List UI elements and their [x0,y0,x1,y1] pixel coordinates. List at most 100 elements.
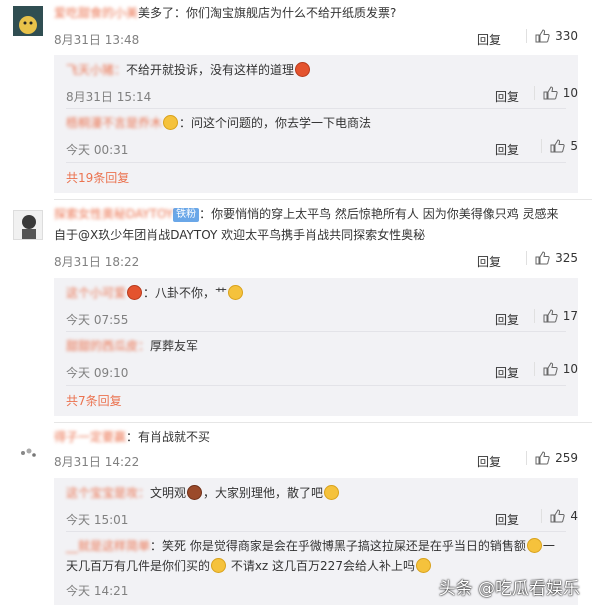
reply-item: 这个小可爱 ：八卦不你，艹 今天 07:55 回复 17 [66,283,578,329]
reply-button[interactable]: 回复 [477,31,501,48]
timestamp: 8月31日 18:22 [54,255,140,269]
reply-button[interactable]: 回复 [495,88,519,105]
reply-button[interactable]: 回复 [495,141,519,158]
reply-username[interactable]: 梧桐漫不言是乔木 [66,116,162,130]
reply-button[interactable]: 回复 [477,253,501,270]
comment-meta: 8月31日 18:22 回复 325 [54,251,578,271]
reply-text: ：八卦不你，艹 [143,286,228,300]
reply-button[interactable]: 回复 [495,311,519,328]
avatar-image [13,437,43,467]
thumb-up-icon [550,509,566,523]
comment-1: 爱吃甜食的小美美多了：你们淘宝旗舰店为什么不给开纸质发票? 8月31日 13:4… [0,0,592,193]
separator [526,451,528,465]
like-button[interactable]: 17 [533,309,578,323]
reply-item: 飞天小猪：不给开就投诉，没有这样的道理 8月31日 15:14 回复 10 [66,60,578,106]
angry-emoji-icon [295,62,311,77]
username[interactable]: 爱吃甜食的小美 [54,6,138,20]
separator [533,86,535,100]
reply-text: 不给开就投诉，没有这样的道理 [126,63,295,77]
watermark: 头条 @吃瓜看娱乐 [438,579,580,599]
like-count: 325 [555,251,578,265]
reply-button[interactable]: 回复 [477,453,501,470]
username[interactable]: 探索女性奥秘DAYTOY [54,207,173,221]
avatar-image [13,6,43,36]
reply-item: 甜甜的西瓜皮：厚葬友军 今天 09:10 回复 10 [66,336,578,382]
reply-username[interactable]: __就是这样简单 [66,539,150,553]
separator [533,362,535,376]
reply-text-line2b: 不请xz 这几百万227会给人补上吗 [227,559,415,573]
like-button[interactable]: 330 [526,29,578,43]
thumb-up-icon [535,451,550,465]
like-count: 10 [562,362,578,376]
comment-text: 探索女性奥秘DAYTOY 铁粉 ：你要悄悄的穿上太平鸟 然后惊艳所有人 因为你美得像… [54,204,584,246]
reply-username[interactable]: 这个宝宝是攻： [66,486,150,500]
reply-text: 厚葬友军 [150,339,199,353]
timestamp: 今天 14:21 [66,584,129,598]
comment-text: 爱吃甜食的小美美多了：你们淘宝旗舰店为什么不给开纸质发票? [54,3,584,24]
reply-username[interactable]: 这个小可爱 [66,286,126,300]
separator [541,509,543,523]
heart-emoji-icon [127,285,143,300]
reply-text: 文明观 [150,486,187,500]
comment-body-line2: 自于@X玖少年团肖战DAYTOY 欢迎太平鸟携手肖战共同探索女性奥秘 [54,228,426,242]
timestamp: 今天 09:10 [66,366,129,380]
avatar[interactable] [13,210,43,240]
username[interactable]: 得子一定要赢 [54,430,126,444]
divider [66,531,566,532]
timestamp: 8月31日 14:22 [54,455,140,469]
like-count: 10 [562,86,578,100]
thumb-up-icon [543,309,558,323]
like-button[interactable]: 4 [541,509,578,523]
reply-list: 飞天小猪：不给开就投诉，没有这样的道理 8月31日 15:14 回复 10 梧桐… [54,55,578,193]
like-button[interactable]: 259 [526,451,578,465]
timestamp: 今天 15:01 [66,513,129,527]
comment-meta: 8月31日 14:22 回复 259 [54,451,578,471]
comment-body: ：你要悄悄的穿上太平鸟 然后惊艳所有人 因为你美得像只鸡 灵感来 [199,207,559,221]
thumb-up-icon [543,86,558,100]
like-count: 5 [570,139,578,153]
thumb-up-icon [543,362,558,376]
reply-item: 这个宝宝是攻：文明观 ，大家别理他，散了吧 今天 15:01 回复 4 [66,483,578,529]
face-emoji-icon [187,485,203,500]
divider [66,108,566,109]
more-replies-link[interactable]: 共7条回复 [66,392,122,409]
avatar-image [14,211,42,239]
avatar[interactable] [13,6,43,36]
thumb-up-icon [535,251,550,265]
comment-body: 美多了：你们淘宝旗舰店为什么不给开纸质发票? [138,6,397,20]
reply-button[interactable]: 回复 [495,511,519,528]
separator [533,309,535,323]
reply-username[interactable]: 飞天小猪： [66,63,126,77]
reply-button[interactable]: 回复 [495,364,519,381]
like-button[interactable]: 5 [541,139,578,153]
fan-badge: 铁粉 [173,208,200,222]
avatar[interactable] [13,437,43,467]
timestamp: 8月31日 15:14 [66,90,152,104]
timestamp: 今天 07:55 [66,313,129,327]
timestamp: 8月31日 13:48 [54,33,140,47]
separator [526,29,528,43]
smiley-emoji-icon [228,285,244,300]
reply-text-2: ，大家别理他，散了吧 [203,486,324,500]
divider [66,385,566,386]
like-count: 4 [570,509,578,523]
reply-text: ：笑死 你是觉得商家是会在乎微博黑子搞这拉屎还是在乎当日的销售额 [150,539,526,553]
more-replies-link[interactable]: 共19条回复 [66,169,129,186]
like-button[interactable]: 10 [533,86,578,100]
like-button[interactable]: 325 [526,251,578,265]
smiley-emoji-icon [415,558,431,573]
like-count: 259 [555,451,578,465]
comment-body: ：有肖战就不买 [126,430,211,444]
thumb-up-icon [550,139,566,153]
comment-meta: 8月31日 13:48 回复 330 [54,29,578,49]
reply-text-tail: 一 [542,539,555,553]
reply-username[interactable]: 甜甜的西瓜皮： [66,339,150,353]
timestamp: 今天 00:31 [66,143,129,157]
divider [66,162,566,163]
like-button[interactable]: 10 [533,362,578,376]
smiley-emoji-icon [163,115,179,130]
smiley-emoji-icon [526,538,542,553]
comment-text: 得子一定要赢：有肖战就不买 [54,427,584,448]
smiley-emoji-icon [324,485,340,500]
thumb-up-icon [535,29,550,43]
